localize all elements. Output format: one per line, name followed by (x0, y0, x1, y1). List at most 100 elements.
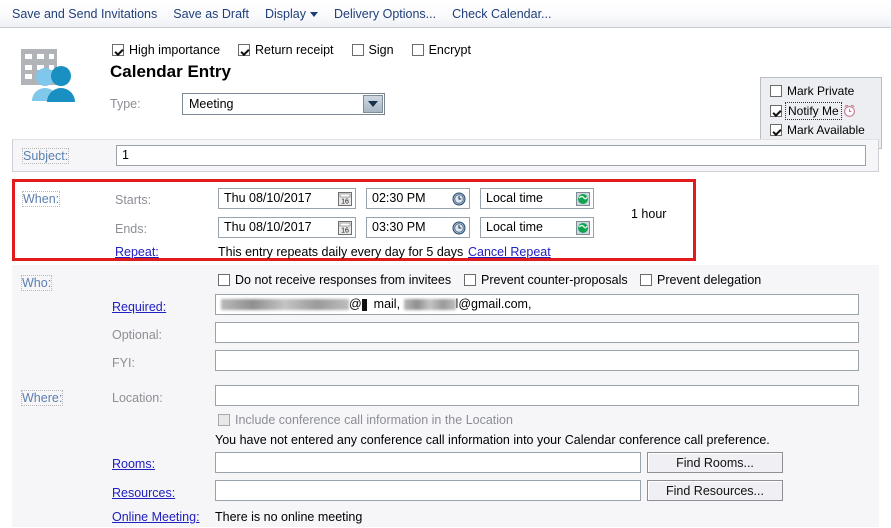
option-label: Notify Me (785, 101, 842, 120)
entry-type-label: Type: (110, 97, 141, 111)
who-section-label: Who: (20, 275, 53, 291)
online-meeting-status: There is no online meeting (215, 510, 363, 524)
toolbar-item-label: Save and Send Invitations (12, 6, 158, 21)
subject-input[interactable]: 1 (116, 145, 866, 166)
ends-time-input[interactable]: 03:30 PM (366, 217, 470, 238)
starts-timezone-input[interactable]: Local time (480, 188, 594, 209)
entry-type-value: Meeting (189, 97, 234, 111)
required-link[interactable]: Required: (112, 300, 166, 314)
conference-call-note: You have not entered any conference call… (215, 433, 770, 447)
checkbox-prevent-counter-proposals[interactable] (464, 274, 476, 286)
svg-text:16: 16 (341, 227, 349, 234)
starts-label: Starts: (115, 193, 152, 207)
chevron-down-icon[interactable] (363, 95, 383, 113)
option-mark-private[interactable]: Mark Private (770, 84, 881, 98)
starts-date-input[interactable]: Thu 08/10/2017 16 (218, 188, 356, 209)
alarm-clock-icon (843, 104, 855, 117)
required-recipients-input[interactable]: @ mail, l@gmail.com, (215, 294, 859, 315)
redacted-text (221, 299, 349, 311)
checkbox-notify-me[interactable] (770, 104, 782, 117)
option-label: High importance (129, 43, 221, 57)
option-sign[interactable]: Sign (351, 43, 394, 57)
option-label: Include conference call information in t… (235, 413, 513, 427)
timezone-globe-icon[interactable] (575, 220, 591, 235)
toolbar-item-save-as-draft[interactable]: Save as Draft (165, 4, 257, 24)
subject-label: Subject: (21, 148, 70, 164)
entry-header: High importance Return receipt Sign Encr… (0, 29, 891, 149)
toolbar-item-check-calendar[interactable]: Check Calendar... (444, 4, 559, 24)
ends-timezone-input[interactable]: Local time (480, 217, 594, 238)
calendar-picker-icon[interactable]: 16 (337, 220, 353, 235)
svg-text:16: 16 (341, 198, 349, 205)
repeat-link[interactable]: Repeat: (115, 245, 159, 259)
redacted-text (403, 299, 456, 311)
checkbox-mark-available[interactable] (770, 124, 782, 136)
option-include-conference-call-info: Include conference call information in t… (218, 413, 513, 427)
clock-picker-icon[interactable] (451, 191, 467, 206)
location-input[interactable] (215, 385, 859, 406)
option-label: Mark Available (787, 123, 865, 137)
rooms-input[interactable] (215, 452, 641, 473)
option-label: Prevent delegation (657, 273, 762, 287)
checkbox-do-not-receive-responses[interactable] (218, 274, 230, 286)
calendar-entry-window: Save and Send Invitations Save as Draft … (0, 0, 891, 528)
fyi-label: FYI: (112, 356, 135, 370)
details-panel: Who: Do not receive responses from invit… (12, 265, 879, 527)
entry-type-select[interactable]: Meeting (182, 93, 385, 115)
entry-type-row: Type: Meeting (110, 93, 385, 115)
fyi-recipients-input[interactable] (215, 350, 859, 371)
calendar-picker-icon[interactable]: 16 (337, 191, 353, 206)
option-label: Encrypt (428, 43, 471, 57)
option-encrypt[interactable]: Encrypt (411, 43, 471, 57)
starts-date-value: Thu 08/10/2017 (224, 191, 312, 205)
page-title: Calendar Entry (110, 62, 231, 81)
toolbar-item-label: Delivery Options... (333, 6, 437, 21)
optional-recipients-input[interactable] (215, 322, 859, 343)
online-meeting-link[interactable]: Online Meeting: (112, 510, 200, 524)
duration-text: 1 hour (631, 207, 667, 221)
option-mark-available[interactable]: Mark Available (770, 123, 881, 137)
calendar-people-icon (21, 49, 75, 102)
ends-date-input[interactable]: Thu 08/10/2017 16 (218, 217, 356, 238)
option-high-importance[interactable]: High importance (112, 43, 220, 57)
option-return-receipt[interactable]: Return receipt (238, 43, 334, 57)
checkbox-sign[interactable] (351, 44, 364, 56)
subject-panel: Subject: 1 (12, 139, 879, 172)
toolbar-item-label: Save as Draft (173, 6, 249, 21)
option-label: Do not receive responses from invitees (235, 273, 452, 287)
toolbar-item-display[interactable]: Display (257, 4, 326, 24)
find-rooms-button[interactable]: Find Rooms... (647, 452, 783, 473)
required-at-symbol: @ (349, 297, 362, 311)
option-do-not-receive-responses[interactable]: Do not receive responses from invitees (218, 273, 451, 287)
resources-link[interactable]: Resources: (112, 486, 175, 500)
checkbox-mark-private[interactable] (770, 85, 782, 97)
toolbar-item-save-and-send-invitations[interactable]: Save and Send Invitations (4, 4, 165, 24)
option-prevent-delegation[interactable]: Prevent delegation (640, 273, 761, 287)
starts-time-input[interactable]: 02:30 PM (366, 188, 470, 209)
clock-picker-icon[interactable] (451, 220, 467, 235)
where-section-label: Where: (20, 390, 64, 406)
action-bar: Save and Send Invitations Save as Draft … (0, 0, 891, 28)
ends-label: Ends: (115, 222, 147, 236)
optional-label: Optional: (112, 328, 163, 342)
toolbar-item-delivery-options[interactable]: Delivery Options... (326, 4, 444, 24)
rooms-link[interactable]: Rooms: (112, 457, 155, 471)
resources-input[interactable] (215, 480, 641, 501)
when-section-label: When: (21, 191, 61, 207)
cancel-repeat-link[interactable]: Cancel Repeat (468, 245, 551, 259)
required-value-tail: mail, (373, 297, 401, 311)
option-notify-me[interactable]: Notify Me (770, 101, 881, 120)
timezone-globe-icon[interactable] (575, 191, 591, 206)
checkbox-return-receipt[interactable] (238, 44, 251, 56)
required-value-tail2: l@gmail.com, (455, 297, 532, 311)
checkbox-include-conference-call-info (218, 414, 230, 426)
option-prevent-counter-proposals[interactable]: Prevent counter-proposals (464, 273, 628, 287)
find-resources-button[interactable]: Find Resources... (647, 480, 783, 501)
toolbar-item-label: Display (264, 6, 306, 21)
ends-time-value: 03:30 PM (372, 220, 426, 234)
checkbox-encrypt[interactable] (411, 44, 424, 56)
redacted-block (361, 298, 367, 311)
checkbox-prevent-delegation[interactable] (640, 274, 652, 286)
toolbar-item-label: Check Calendar... (452, 6, 552, 21)
checkbox-high-importance[interactable] (112, 44, 124, 56)
